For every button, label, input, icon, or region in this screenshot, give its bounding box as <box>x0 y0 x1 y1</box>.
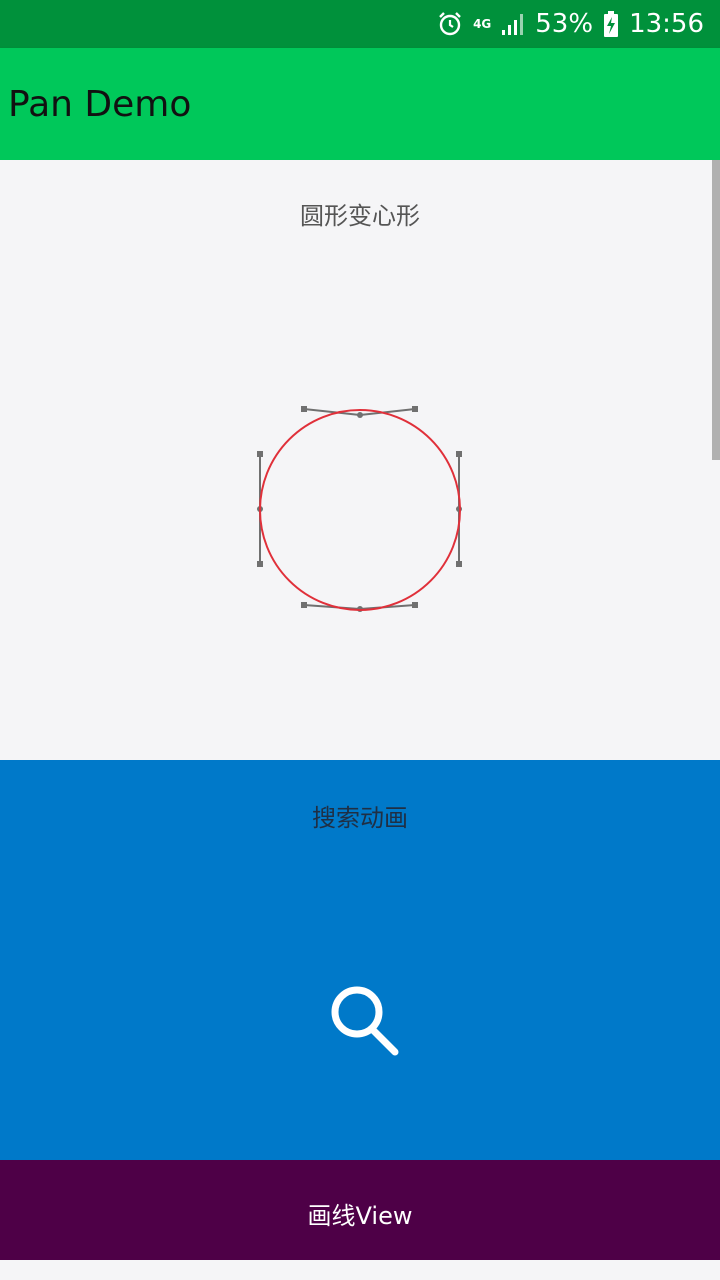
signal-icon <box>501 12 525 36</box>
status-bar: 4G 53% 13:56 <box>0 0 720 48</box>
bezier-circle-canvas <box>257 406 462 612</box>
demo-list[interactable]: 圆形变心形 搜索动画 画线View <box>0 160 720 1280</box>
search-animation-card[interactable]: 搜索动画 <box>0 760 720 1160</box>
app-bar: Pan Demo <box>0 48 720 160</box>
search-icon <box>331 986 399 1056</box>
circle-to-heart-card[interactable]: 圆形变心形 <box>0 160 720 760</box>
network-type-label: 4G <box>473 17 492 31</box>
clock: 13:56 <box>629 9 704 39</box>
circle-to-heart-title: 圆形变心形 <box>300 202 420 230</box>
battery-percent: 53% <box>535 9 594 39</box>
search-animation-title: 搜索动画 <box>312 804 408 832</box>
scrollbar[interactable] <box>712 160 720 460</box>
draw-line-view-title: 画线View <box>307 1202 413 1230</box>
draw-line-view-card[interactable]: 画线View <box>0 1160 720 1260</box>
battery-charging-icon <box>603 10 619 38</box>
alarm-icon <box>437 11 463 37</box>
app-title: Pan Demo <box>8 83 192 125</box>
